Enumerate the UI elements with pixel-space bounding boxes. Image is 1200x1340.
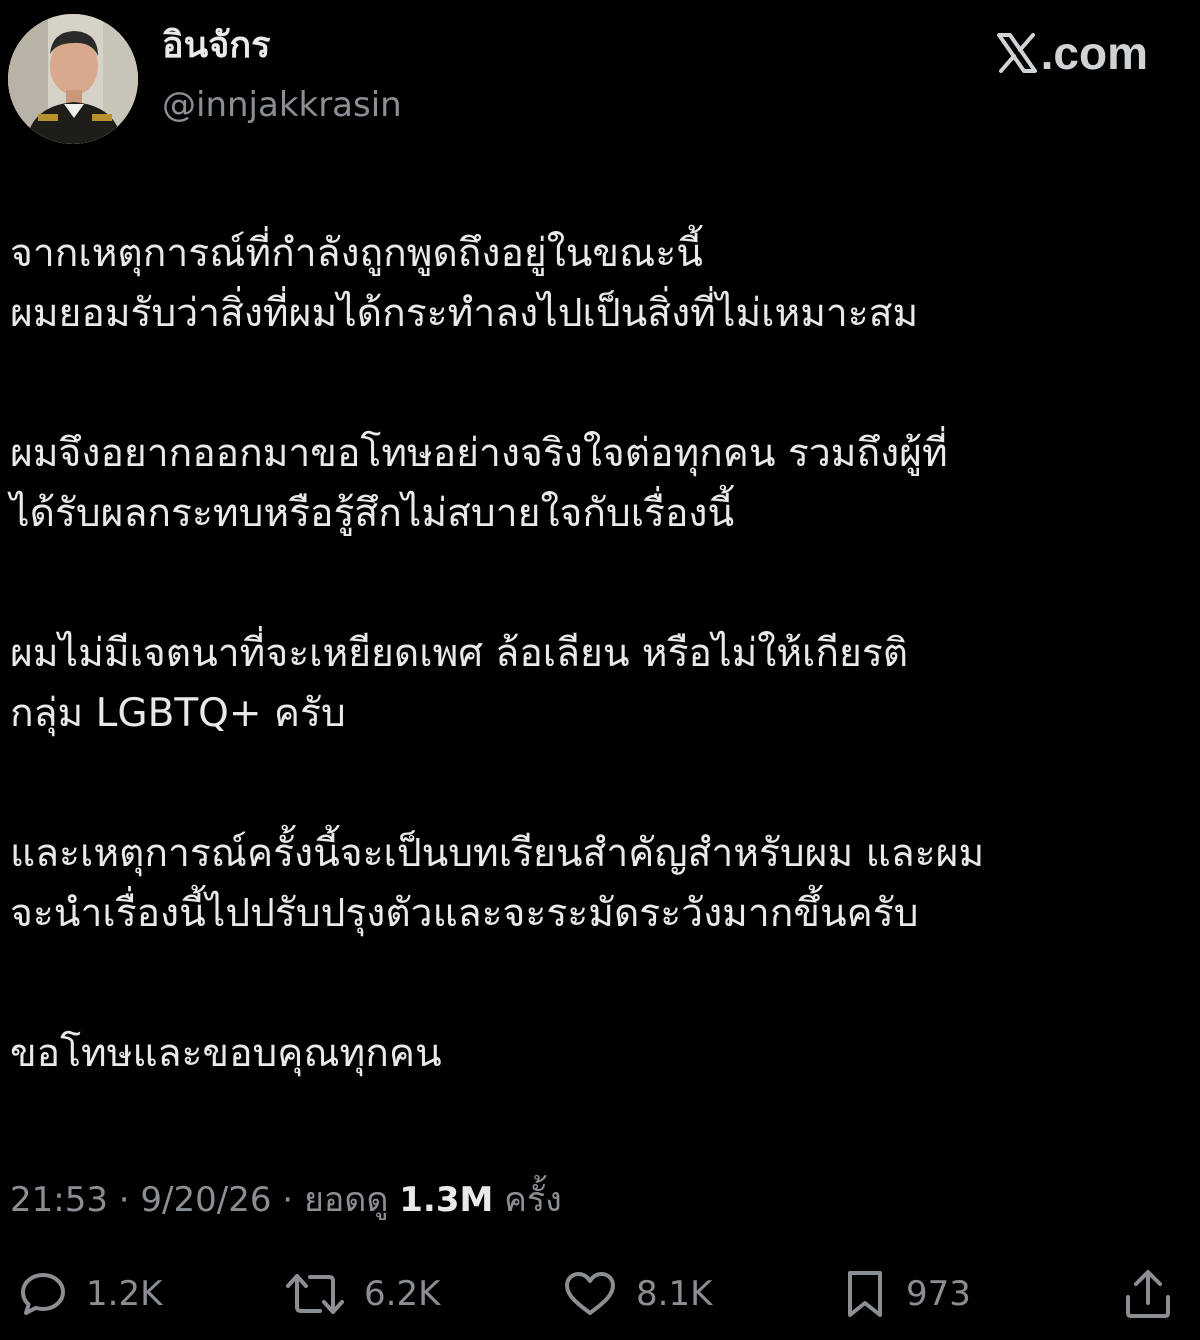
views-label: ยอดดู: [303, 1180, 389, 1220]
meta-separator: ·: [271, 1180, 304, 1220]
post-line: และเหตุการณ์ครั้งนี้จะเป็นบทเรียนสำคัญสำ…: [10, 831, 985, 876]
avatar[interactable]: [8, 14, 138, 144]
x-logo-icon: [996, 33, 1037, 73]
post-paragraph: จากเหตุการณ์ที่กำลังถูกพูดถึงอยู่ในขณะนี…: [10, 224, 1190, 344]
reply-count: 1.2K: [86, 1274, 163, 1314]
brand-label: .com: [1040, 27, 1148, 79]
like-count: 8.1K: [636, 1274, 713, 1314]
post-line: ผมยอมรับว่าสิ่งที่ผมได้กระทำลงไปเป็นสิ่ง…: [10, 291, 919, 336]
user-handle[interactable]: @innjakkrasin: [162, 88, 402, 122]
post-line: ได้รับผลกระทบหรือรู้สึกไม่สบายใจกับเรื่อ…: [10, 491, 735, 536]
repost-count: 6.2K: [364, 1274, 441, 1314]
views-count[interactable]: 1.3M: [399, 1180, 493, 1220]
repost-button[interactable]: 6.2K: [284, 1258, 440, 1330]
post-paragraph: ผมไม่มีเจตนาที่จะเหยียดเพศ ล้อเลียน หรือ…: [10, 624, 1190, 744]
post-line: กลุ่ม LGBTQ+ ครับ: [10, 691, 346, 736]
post-paragraph: ผมจึงอยากออกมาขอโทษอย่างจริงใจต่อทุกคน ร…: [10, 424, 1190, 544]
post-line: ผมไม่มีเจตนาที่จะเหยียดเพศ ล้อเลียน หรือ…: [10, 631, 909, 676]
post-paragraph: และเหตุการณ์ครั้งนี้จะเป็นบทเรียนสำคัญสำ…: [10, 824, 1190, 944]
post-header: อินจักร @innjakkrasin .com: [0, 0, 1200, 160]
bookmark-count: 973: [906, 1274, 971, 1314]
post-meta: 21:53 · 9/20/26 · ยอดดู 1.3M ครั้ง: [10, 1176, 562, 1224]
post-time[interactable]: 21:53: [10, 1180, 108, 1220]
like-button[interactable]: 8.1K: [562, 1258, 712, 1330]
reply-icon: [21, 1273, 65, 1315]
meta-separator: ·: [107, 1180, 141, 1220]
post-line: ขอโทษและขอบคุณทุกคน: [10, 1031, 442, 1076]
bookmark-icon: [848, 1271, 882, 1317]
post-text: จากเหตุการณ์ที่กำลังถูกพูดถึงอยู่ในขณะนี…: [10, 224, 1190, 1084]
post-paragraph: ขอโทษและขอบคุณทุกคน: [10, 1024, 1190, 1084]
share-button[interactable]: [1122, 1258, 1174, 1330]
post-line: จะนำเรื่องนี้ไปปรับปรุงตัวและจะระมัดระวั…: [10, 891, 919, 936]
display-name[interactable]: อินจักร: [162, 28, 270, 64]
share-icon: [1126, 1270, 1170, 1318]
bookmark-button[interactable]: 973: [842, 1258, 971, 1330]
repost-icon: [286, 1274, 344, 1314]
brand-watermark: .com: [995, 30, 1148, 76]
action-bar: 1.2K 6.2K 8.1K 973: [0, 1258, 1200, 1330]
views-suffix: ครั้ง: [504, 1180, 562, 1220]
post-line: ผมจึงอยากออกมาขอโทษอย่างจริงใจต่อทุกคน ร…: [10, 431, 948, 476]
reply-button[interactable]: 1.2K: [18, 1258, 162, 1330]
heart-icon: [565, 1272, 615, 1315]
post-line: จากเหตุการณ์ที่กำลังถูกพูดถึงอยู่ในขณะนี…: [10, 231, 703, 276]
profile-photo-icon: [8, 14, 138, 144]
post-date[interactable]: 9/20/26: [140, 1180, 271, 1220]
